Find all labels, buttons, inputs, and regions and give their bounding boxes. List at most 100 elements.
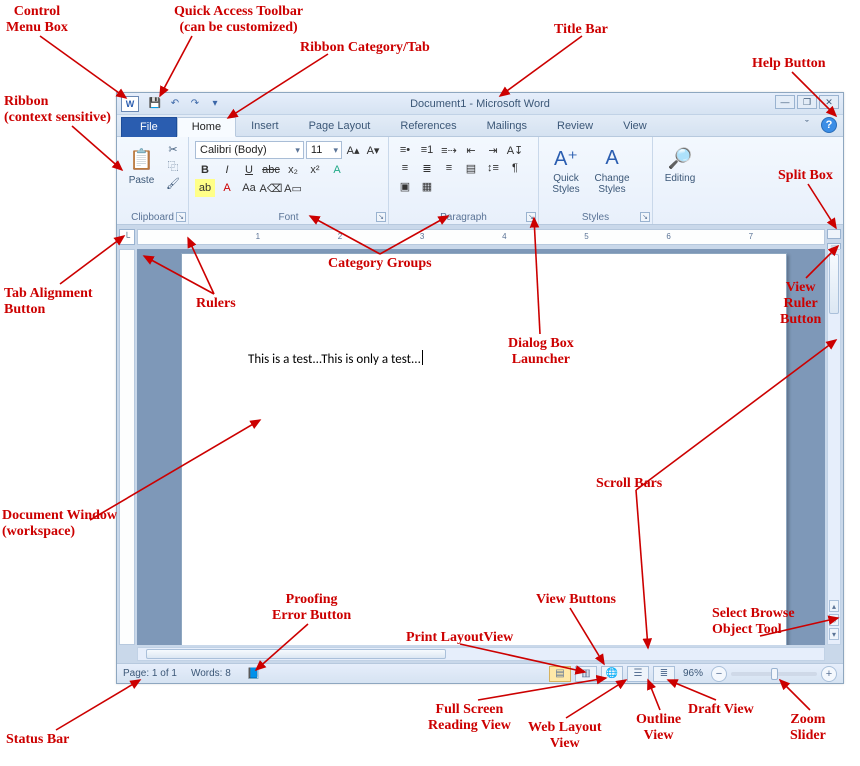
ribbon-tab-row: File Home Insert Page Layout References …: [117, 115, 843, 137]
format-painter-icon[interactable]: 🖌: [164, 175, 182, 191]
cut-icon[interactable]: ✂: [164, 141, 182, 157]
ruler-tick: 3: [420, 232, 424, 241]
window-title: Document1 - Microsoft Word: [117, 98, 843, 110]
zoom-in-button[interactable]: +: [821, 666, 837, 682]
print-layout-view-button[interactable]: ▤: [549, 666, 571, 682]
dialog-launcher-styles[interactable]: ↘: [640, 212, 650, 222]
tab-mailings[interactable]: Mailings: [472, 116, 542, 136]
font-color-icon[interactable]: A: [217, 179, 237, 197]
save-icon[interactable]: 💾: [147, 96, 163, 112]
zoom-out-button[interactable]: −: [711, 666, 727, 682]
select-browse-object-button[interactable]: ○: [829, 614, 839, 626]
multilevel-icon[interactable]: ≡⇢: [439, 141, 459, 159]
superscript-icon[interactable]: x²: [305, 161, 325, 179]
minimize-button[interactable]: —: [775, 95, 795, 109]
change-styles-button[interactable]: A ChangeStyles: [591, 141, 633, 198]
shrink-font-icon[interactable]: A▾: [364, 141, 382, 159]
vertical-scrollbar[interactable]: ▴ ○ ▾: [827, 249, 841, 645]
show-marks-icon[interactable]: ¶: [505, 159, 525, 177]
highlight-icon[interactable]: ab: [195, 179, 215, 197]
tab-alignment-button[interactable]: └: [119, 229, 135, 245]
borders-icon[interactable]: ▦: [417, 177, 437, 195]
align-center-icon[interactable]: ≣: [417, 159, 437, 177]
change-case-icon[interactable]: Aa: [239, 179, 259, 197]
justify-icon[interactable]: ▤: [461, 159, 481, 177]
italic-icon[interactable]: I: [217, 161, 237, 179]
align-right-icon[interactable]: ≡: [439, 159, 459, 177]
tab-insert[interactable]: Insert: [236, 116, 294, 136]
font-size-combo[interactable]: 11: [306, 141, 342, 159]
editing-button[interactable]: 🔎 Editing: [659, 141, 701, 188]
character-border-icon[interactable]: A▭: [283, 179, 303, 197]
decrease-indent-icon[interactable]: ⇤: [461, 141, 481, 159]
document-page[interactable]: This is a test...This is only a test...: [181, 253, 787, 645]
qat-customize-icon[interactable]: ▾: [207, 96, 223, 112]
hscroll-thumb[interactable]: [146, 649, 446, 659]
web-layout-view-button[interactable]: 🌐: [601, 666, 623, 682]
undo-icon[interactable]: ↶: [167, 96, 183, 112]
split-box[interactable]: [827, 229, 841, 239]
annot-proofing: ProofingError Button: [272, 592, 351, 624]
shading-icon[interactable]: ▣: [395, 177, 415, 195]
strikethrough-icon[interactable]: abc: [261, 161, 281, 179]
align-left-icon[interactable]: ≡: [395, 159, 415, 177]
font-name-combo[interactable]: Calibri (Body): [195, 141, 304, 159]
outline-view-button[interactable]: ☰: [627, 666, 649, 682]
increase-indent-icon[interactable]: ⇥: [483, 141, 503, 159]
grow-font-icon[interactable]: A▴: [344, 141, 362, 159]
zoom-slider-thumb[interactable]: [771, 668, 778, 680]
redo-icon[interactable]: ↷: [187, 96, 203, 112]
bold-icon[interactable]: B: [195, 161, 215, 179]
subscript-icon[interactable]: x₂: [283, 161, 303, 179]
status-words[interactable]: Words: 8: [191, 668, 231, 679]
group-label-paragraph: Paragraph: [395, 210, 532, 223]
horizontal-scrollbar[interactable]: [137, 647, 825, 661]
previous-page-icon[interactable]: ▴: [829, 600, 839, 612]
title-bar[interactable]: W 💾 ↶ ↷ ▾ Document1 - Microsoft Word — ❐…: [117, 93, 843, 115]
text-cursor: [422, 350, 423, 365]
line-spacing-icon[interactable]: ↕≡: [483, 159, 503, 177]
draft-view-button[interactable]: ≣: [653, 666, 675, 682]
maximize-button[interactable]: ❐: [797, 95, 817, 109]
sort-icon[interactable]: A↧: [505, 141, 525, 159]
group-label-styles: Styles: [545, 210, 646, 223]
numbering-icon[interactable]: ≡1: [417, 141, 437, 159]
help-button[interactable]: ?: [821, 117, 837, 133]
zoom-slider[interactable]: [731, 672, 817, 676]
underline-icon[interactable]: U: [239, 161, 259, 179]
clear-formatting-icon[interactable]: A⌫: [261, 179, 281, 197]
paste-button[interactable]: 📋 Paste: [123, 141, 160, 191]
window-controls: — ❐ ✕: [775, 95, 839, 109]
control-menu-box[interactable]: W: [121, 96, 139, 112]
horizontal-ruler[interactable]: 1 2 3 4 5 6 7: [137, 229, 825, 245]
bullets-icon[interactable]: ≡•: [395, 141, 415, 159]
minimize-ribbon-icon[interactable]: ˇ: [799, 117, 815, 133]
tab-home[interactable]: Home: [177, 117, 236, 137]
dialog-launcher-font[interactable]: ↘: [376, 212, 386, 222]
zoom-percent[interactable]: 96%: [683, 668, 703, 679]
ribbon: 📋 Paste ✂ ⿻ 🖌 Clipboard ↘ Calibri (Body)…: [117, 137, 843, 225]
close-button[interactable]: ✕: [819, 95, 839, 109]
dialog-launcher-paragraph[interactable]: ↘: [526, 212, 536, 222]
next-page-icon[interactable]: ▾: [829, 628, 839, 640]
quick-styles-button[interactable]: A⁺ QuickStyles: [545, 141, 587, 198]
browse-object-tools: ▴ ○ ▾: [829, 600, 839, 640]
proofing-error-button[interactable]: 📘: [245, 667, 263, 681]
tab-page-layout[interactable]: Page Layout: [294, 116, 386, 136]
dialog-launcher-clipboard[interactable]: ↘: [176, 212, 186, 222]
status-page[interactable]: Page: 1 of 1: [123, 668, 177, 679]
tab-review[interactable]: Review: [542, 116, 608, 136]
document-window[interactable]: This is a test...This is only a test...: [137, 249, 825, 645]
text-effects-icon[interactable]: A: [327, 161, 347, 179]
annot-control-menu: ControlMenu Box: [6, 4, 68, 36]
tab-view[interactable]: View: [608, 116, 662, 136]
file-tab[interactable]: File: [121, 117, 177, 137]
document-text[interactable]: This is a test...This is only a test...: [248, 350, 423, 367]
ruler-tick: 6: [666, 232, 670, 241]
full-screen-reading-view-button[interactable]: ▥: [575, 666, 597, 682]
vertical-ruler[interactable]: [119, 249, 135, 645]
vscroll-thumb[interactable]: [829, 254, 839, 314]
quick-access-toolbar: 💾 ↶ ↷ ▾: [147, 96, 223, 112]
tab-references[interactable]: References: [385, 116, 471, 136]
copy-icon[interactable]: ⿻: [164, 158, 182, 174]
